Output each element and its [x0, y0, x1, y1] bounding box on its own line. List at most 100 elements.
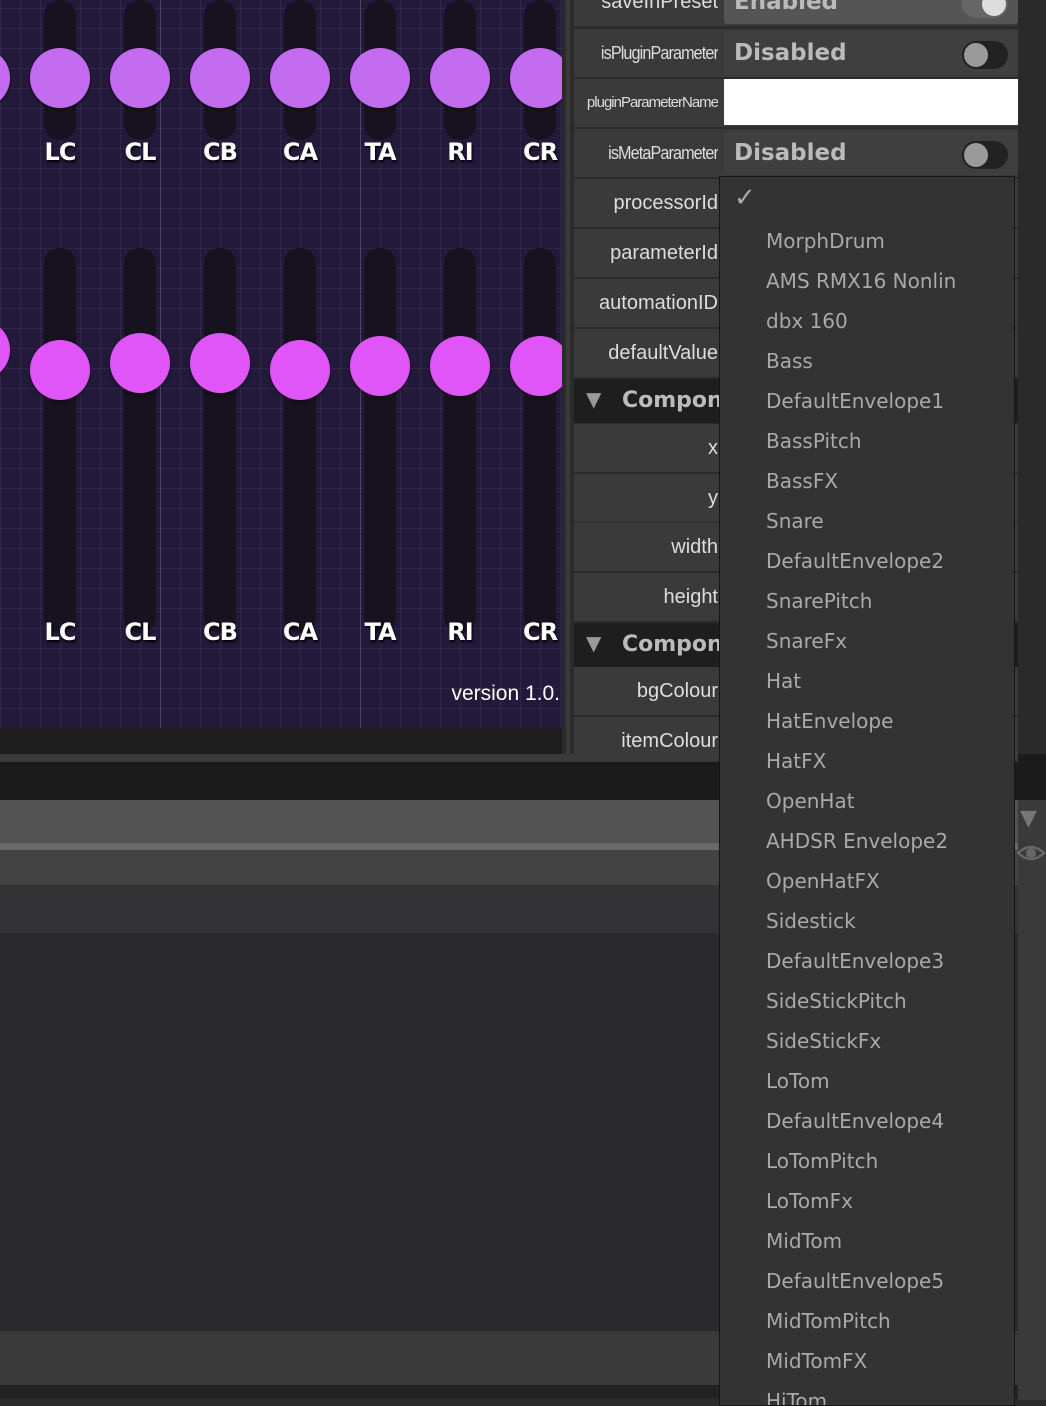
version-label: version 1.0.: [451, 682, 560, 705]
slider-knob[interactable]: [0, 320, 10, 381]
prop-label: isMetaParameter: [608, 143, 718, 163]
dropdown-item[interactable]: BassFX: [766, 461, 838, 501]
dropdown-item[interactable]: DefaultEnvelope5: [766, 1261, 944, 1301]
slider-label: TA: [364, 138, 396, 166]
toggle-switch[interactable]: [962, 141, 1008, 169]
dropdown-item[interactable]: AHDSR Envelope2: [766, 821, 948, 861]
prop-label: bgColour: [636, 680, 718, 702]
slider-track[interactable]: [444, 248, 476, 633]
triangle-down-icon[interactable]: ▼: [1020, 806, 1037, 831]
dropdown-item[interactable]: DefaultEnvelope1: [766, 381, 944, 421]
slider-label: CR: [522, 138, 558, 166]
canvas-footer: [0, 728, 562, 754]
slider-knob[interactable]: [30, 48, 90, 108]
isMetaParameter-toggle[interactable]: Disabled: [724, 131, 1018, 175]
slider-knob[interactable]: [430, 48, 490, 108]
prop-label: width: [671, 536, 718, 558]
slider-track[interactable]: [284, 248, 316, 633]
slider-label: LC: [44, 618, 77, 646]
toggle-value: Disabled: [734, 140, 847, 166]
triangle-down-icon: ▼: [586, 387, 602, 411]
dropdown-item[interactable]: Sidestick: [766, 901, 856, 941]
prop-label: defaultValue: [608, 342, 718, 364]
dropdown-item[interactable]: DefaultEnvelope2: [766, 541, 944, 581]
slider-knob[interactable]: [190, 48, 250, 108]
slider-label: CL: [124, 618, 157, 646]
slider-label: CL: [124, 138, 157, 166]
slider-knob[interactable]: [270, 339, 330, 400]
slider-label: TA: [364, 618, 396, 646]
toggle-switch[interactable]: [962, 41, 1008, 69]
slider-track[interactable]: [44, 248, 76, 633]
dropdown-item[interactable]: LoTom: [766, 1061, 830, 1101]
slider-knob[interactable]: [0, 48, 10, 108]
eye-icon[interactable]: [1016, 840, 1046, 866]
prop-label: isPluginParameter: [600, 43, 718, 63]
slider-knob[interactable]: [350, 48, 410, 108]
slider-label: RI: [447, 618, 473, 646]
prop-isPluginParameter: isPluginParameter Disabled: [574, 29, 1018, 77]
slider-knob[interactable]: [270, 48, 330, 108]
dropdown-item[interactable]: SideStickFx: [766, 1021, 881, 1061]
section-title: Component: [622, 388, 722, 413]
dropdown-item[interactable]: MorphDrum: [766, 221, 885, 261]
dropdown-item[interactable]: MidTomFX: [766, 1341, 867, 1381]
toggle-value: Enabled: [734, 0, 839, 15]
slider-knob[interactable]: [30, 339, 90, 400]
dropdown-item[interactable]: HatFX: [766, 741, 826, 781]
slider-label: LC: [44, 138, 77, 166]
prop-label: y: [708, 487, 718, 509]
dropdown-item[interactable]: SideStickPitch: [766, 981, 907, 1021]
dropdown-item[interactable]: SnareFx: [766, 621, 847, 661]
dropdown-item[interactable]: MidTomPitch: [766, 1301, 891, 1341]
pluginParameterName-input[interactable]: [724, 79, 1018, 125]
dropdown-item[interactable]: OpenHatFX: [766, 861, 880, 901]
prop-label: processorId: [613, 192, 719, 214]
slider-knob[interactable]: [110, 333, 170, 394]
dropdown-item[interactable]: LoTomFx: [766, 1181, 853, 1221]
slider-track[interactable]: [204, 248, 236, 633]
saveInPreset-toggle[interactable]: Enabled: [724, 0, 1018, 24]
slider-label: RI: [447, 138, 473, 166]
dropdown-item[interactable]: HiTom: [766, 1381, 827, 1405]
right-sidebar: ▼: [1016, 0, 1046, 1400]
dropdown-item[interactable]: MidTom: [766, 1221, 842, 1261]
dropdown-item[interactable]: DefaultEnvelope3: [766, 941, 944, 981]
dropdown-item[interactable]: LoTomPitch: [766, 1141, 878, 1181]
slider-knob[interactable]: [190, 333, 250, 394]
dropdown-item[interactable]: Bass: [766, 341, 813, 381]
prop-label: height: [663, 586, 719, 608]
dropdown-item[interactable]: Snare: [766, 501, 824, 541]
dropdown-item[interactable]: BassPitch: [766, 421, 862, 461]
toggle-switch[interactable]: [962, 0, 1008, 18]
slider-label: CB: [203, 618, 238, 646]
plugin-canvas: LC LC CL CL CB CB CA CA TA TA RI RI CR CR version 1.0…: [0, 0, 562, 728]
toggle-value: Disabled: [734, 40, 847, 66]
slider-knob[interactable]: [110, 48, 170, 108]
dropdown-item[interactable]: AMS RMX16 Nonlin: [766, 261, 956, 301]
slider-knob[interactable]: [510, 48, 562, 108]
slider-track[interactable]: [524, 248, 556, 633]
dropdown-item[interactable]: DefaultEnvelope4: [766, 1101, 944, 1141]
triangle-down-icon: ▼: [586, 631, 602, 655]
processorId-dropdown-menu[interactable]: ✓ MorphDrum AMS RMX16 Nonlin dbx 160 Bass De…: [719, 176, 1015, 1406]
slider-knob[interactable]: [510, 336, 562, 397]
slider-track[interactable]: [124, 248, 156, 633]
dropdown-item[interactable]: HatEnvelope: [766, 701, 893, 741]
slider-label: CA: [282, 138, 318, 166]
prop-isMetaParameter: isMetaParameter Disabled: [574, 129, 1018, 177]
slider-knob[interactable]: [350, 336, 410, 397]
slider-track[interactable]: [364, 248, 396, 633]
dropdown-item[interactable]: SnarePitch: [766, 581, 872, 621]
prop-saveInPreset: saveInPreset Enabled: [574, 0, 1018, 26]
slider-label: CA: [282, 618, 318, 646]
slider-knob[interactable]: [430, 336, 490, 397]
dropdown-item[interactable]: dbx 160: [766, 301, 848, 341]
isPluginParameter-toggle[interactable]: Disabled: [724, 31, 1018, 75]
checkmark-icon: ✓: [734, 183, 756, 213]
dropdown-item[interactable]: Hat: [766, 661, 801, 701]
prop-label: saveInPreset: [601, 0, 718, 13]
dropdown-item[interactable]: OpenHat: [766, 781, 855, 821]
slider-label: CB: [203, 138, 238, 166]
prop-label: parameterId: [610, 242, 718, 264]
